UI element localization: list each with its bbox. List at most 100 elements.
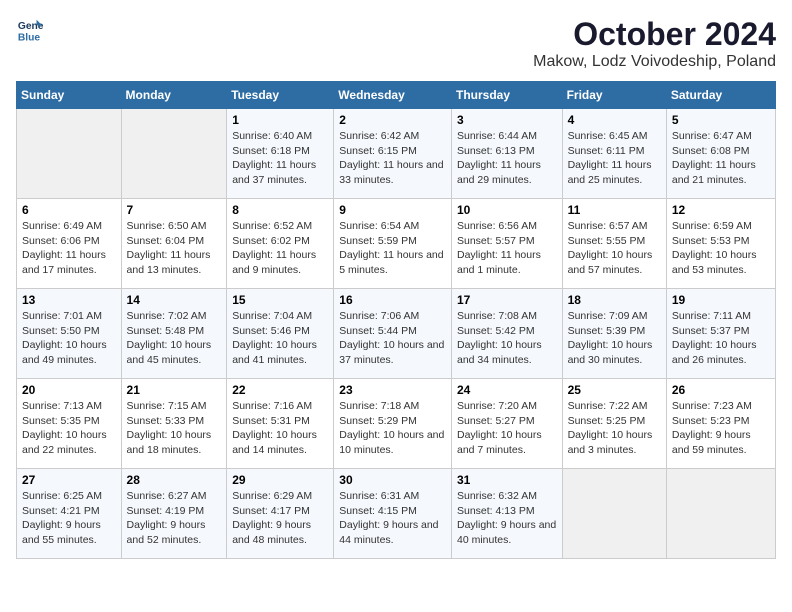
day-number: 10: [457, 203, 557, 217]
day-number: 1: [232, 113, 328, 127]
day-info: Sunrise: 7:23 AMSunset: 5:23 PMDaylight:…: [672, 399, 770, 458]
calendar-cell: 16 Sunrise: 7:06 AMSunset: 5:44 PMDayligh…: [334, 289, 452, 379]
day-number: 15: [232, 293, 328, 307]
column-header-friday: Friday: [562, 82, 666, 109]
day-info: Sunrise: 6:47 AMSunset: 6:08 PMDaylight:…: [672, 129, 770, 188]
calendar-cell: 7 Sunrise: 6:50 AMSunset: 6:04 PMDaylight…: [121, 199, 227, 289]
day-info: Sunrise: 7:13 AMSunset: 5:35 PMDaylight:…: [22, 399, 116, 458]
day-number: 19: [672, 293, 770, 307]
day-number: 9: [339, 203, 446, 217]
calendar-cell: 26 Sunrise: 7:23 AMSunset: 5:23 PMDayligh…: [666, 379, 775, 469]
day-info: Sunrise: 7:06 AMSunset: 5:44 PMDaylight:…: [339, 309, 446, 368]
calendar-cell: 1 Sunrise: 6:40 AMSunset: 6:18 PMDaylight…: [227, 109, 334, 199]
calendar-table: SundayMondayTuesdayWednesdayThursdayFrid…: [16, 81, 776, 559]
day-info: Sunrise: 6:45 AMSunset: 6:11 PMDaylight:…: [568, 129, 661, 188]
day-info: Sunrise: 6:54 AMSunset: 5:59 PMDaylight:…: [339, 219, 446, 278]
day-number: 7: [127, 203, 222, 217]
day-number: 29: [232, 473, 328, 487]
calendar-cell: 17Sunrise: 7:08 AMSunset: 5:42 PMDayligh…: [451, 289, 562, 379]
calendar-cell: 10Sunrise: 6:56 AMSunset: 5:57 PMDayligh…: [451, 199, 562, 289]
calendar-cell: [562, 469, 666, 559]
calendar-cell: 12 Sunrise: 6:59 AMSunset: 5:53 PMDayligh…: [666, 199, 775, 289]
day-number: 21: [127, 383, 222, 397]
calendar-cell: 8 Sunrise: 6:52 AMSunset: 6:02 PMDaylight…: [227, 199, 334, 289]
day-info: Sunrise: 7:15 AMSunset: 5:33 PMDaylight:…: [127, 399, 222, 458]
day-number: 20: [22, 383, 116, 397]
calendar-cell: [17, 109, 122, 199]
calendar-header-row: SundayMondayTuesdayWednesdayThursdayFrid…: [17, 82, 776, 109]
day-info: Sunrise: 7:11 AMSunset: 5:37 PMDaylight:…: [672, 309, 770, 368]
calendar-cell: 5Sunrise: 6:47 AMSunset: 6:08 PMDaylight…: [666, 109, 775, 199]
page-subtitle: Makow, Lodz Voivodeship, Poland: [533, 53, 776, 71]
day-number: 31: [457, 473, 557, 487]
day-info: Sunrise: 6:32 AMSunset: 4:13 PMDaylight:…: [457, 489, 557, 548]
column-header-sunday: Sunday: [17, 82, 122, 109]
day-info: Sunrise: 6:52 AMSunset: 6:02 PMDaylight:…: [232, 219, 328, 278]
day-number: 23: [339, 383, 446, 397]
column-header-wednesday: Wednesday: [334, 82, 452, 109]
logo-icon: General Blue: [16, 16, 44, 44]
day-info: Sunrise: 6:49 AMSunset: 6:06 PMDaylight:…: [22, 219, 116, 278]
calendar-cell: 23 Sunrise: 7:18 AMSunset: 5:29 PMDayligh…: [334, 379, 452, 469]
calendar-cell: 30Sunrise: 6:31 AMSunset: 4:15 PMDayligh…: [334, 469, 452, 559]
calendar-week-row: 1 Sunrise: 6:40 AMSunset: 6:18 PMDaylight…: [17, 109, 776, 199]
calendar-cell: 20 Sunrise: 7:13 AMSunset: 5:35 PMDayligh…: [17, 379, 122, 469]
calendar-cell: 25Sunrise: 7:22 AMSunset: 5:25 PMDayligh…: [562, 379, 666, 469]
day-info: Sunrise: 6:59 AMSunset: 5:53 PMDaylight:…: [672, 219, 770, 278]
day-info: Sunrise: 6:57 AMSunset: 5:55 PMDaylight:…: [568, 219, 661, 278]
day-number: 22: [232, 383, 328, 397]
day-number: 2: [339, 113, 446, 127]
calendar-cell: 3 Sunrise: 6:44 AMSunset: 6:13 PMDaylight…: [451, 109, 562, 199]
calendar-cell: 24 Sunrise: 7:20 AMSunset: 5:27 PMDayligh…: [451, 379, 562, 469]
column-header-tuesday: Tuesday: [227, 82, 334, 109]
calendar-cell: 15 Sunrise: 7:04 AMSunset: 5:46 PMDayligh…: [227, 289, 334, 379]
svg-text:General: General: [18, 21, 44, 32]
calendar-cell: 2Sunrise: 6:42 AMSunset: 6:15 PMDaylight…: [334, 109, 452, 199]
day-info: Sunrise: 7:16 AMSunset: 5:31 PMDaylight:…: [232, 399, 328, 458]
day-number: 12: [672, 203, 770, 217]
day-number: 4: [568, 113, 661, 127]
logo: General Blue: [16, 16, 44, 44]
calendar-cell: 27Sunrise: 6:25 AMSunset: 4:21 PMDayligh…: [17, 469, 122, 559]
calendar-cell: 29 Sunrise: 6:29 AMSunset: 4:17 PMDayligh…: [227, 469, 334, 559]
day-info: Sunrise: 7:08 AMSunset: 5:42 PMDaylight:…: [457, 309, 557, 368]
day-number: 16: [339, 293, 446, 307]
calendar-cell: 6Sunrise: 6:49 AMSunset: 6:06 PMDaylight…: [17, 199, 122, 289]
day-info: Sunrise: 7:20 AMSunset: 5:27 PMDaylight:…: [457, 399, 557, 458]
day-info: Sunrise: 6:50 AMSunset: 6:04 PMDaylight:…: [127, 219, 222, 278]
calendar-cell: 13Sunrise: 7:01 AMSunset: 5:50 PMDayligh…: [17, 289, 122, 379]
day-number: 24: [457, 383, 557, 397]
calendar-cell: 9 Sunrise: 6:54 AMSunset: 5:59 PMDaylight…: [334, 199, 452, 289]
calendar-cell: 21 Sunrise: 7:15 AMSunset: 5:33 PMDayligh…: [121, 379, 227, 469]
day-info: Sunrise: 6:29 AMSunset: 4:17 PMDaylight:…: [232, 489, 328, 548]
day-info: Sunrise: 6:25 AMSunset: 4:21 PMDaylight:…: [22, 489, 116, 548]
day-number: 25: [568, 383, 661, 397]
day-info: Sunrise: 7:09 AMSunset: 5:39 PMDaylight:…: [568, 309, 661, 368]
day-info: Sunrise: 6:40 AMSunset: 6:18 PMDaylight:…: [232, 129, 328, 188]
day-info: Sunrise: 7:18 AMSunset: 5:29 PMDaylight:…: [339, 399, 446, 458]
calendar-cell: [666, 469, 775, 559]
day-info: Sunrise: 7:01 AMSunset: 5:50 PMDaylight:…: [22, 309, 116, 368]
day-number: 14: [127, 293, 222, 307]
calendar-cell: [121, 109, 227, 199]
day-number: 8: [232, 203, 328, 217]
day-number: 18: [568, 293, 661, 307]
day-number: 26: [672, 383, 770, 397]
day-info: Sunrise: 6:44 AMSunset: 6:13 PMDaylight:…: [457, 129, 557, 188]
calendar-cell: 14 Sunrise: 7:02 AMSunset: 5:48 PMDayligh…: [121, 289, 227, 379]
calendar-cell: 28 Sunrise: 6:27 AMSunset: 4:19 PMDayligh…: [121, 469, 227, 559]
calendar-week-row: 13Sunrise: 7:01 AMSunset: 5:50 PMDayligh…: [17, 289, 776, 379]
calendar-cell: 31 Sunrise: 6:32 AMSunset: 4:13 PMDayligh…: [451, 469, 562, 559]
day-info: Sunrise: 6:31 AMSunset: 4:15 PMDaylight:…: [339, 489, 446, 548]
title-block: October 2024 Makow, Lodz Voivodeship, Po…: [533, 16, 776, 71]
day-number: 3: [457, 113, 557, 127]
day-info: Sunrise: 7:02 AMSunset: 5:48 PMDaylight:…: [127, 309, 222, 368]
day-info: Sunrise: 7:04 AMSunset: 5:46 PMDaylight:…: [232, 309, 328, 368]
calendar-week-row: 27Sunrise: 6:25 AMSunset: 4:21 PMDayligh…: [17, 469, 776, 559]
column-header-monday: Monday: [121, 82, 227, 109]
calendar-cell: 22 Sunrise: 7:16 AMSunset: 5:31 PMDayligh…: [227, 379, 334, 469]
svg-text:Blue: Blue: [18, 32, 41, 43]
day-number: 28: [127, 473, 222, 487]
day-info: Sunrise: 6:27 AMSunset: 4:19 PMDaylight:…: [127, 489, 222, 548]
day-number: 11: [568, 203, 661, 217]
